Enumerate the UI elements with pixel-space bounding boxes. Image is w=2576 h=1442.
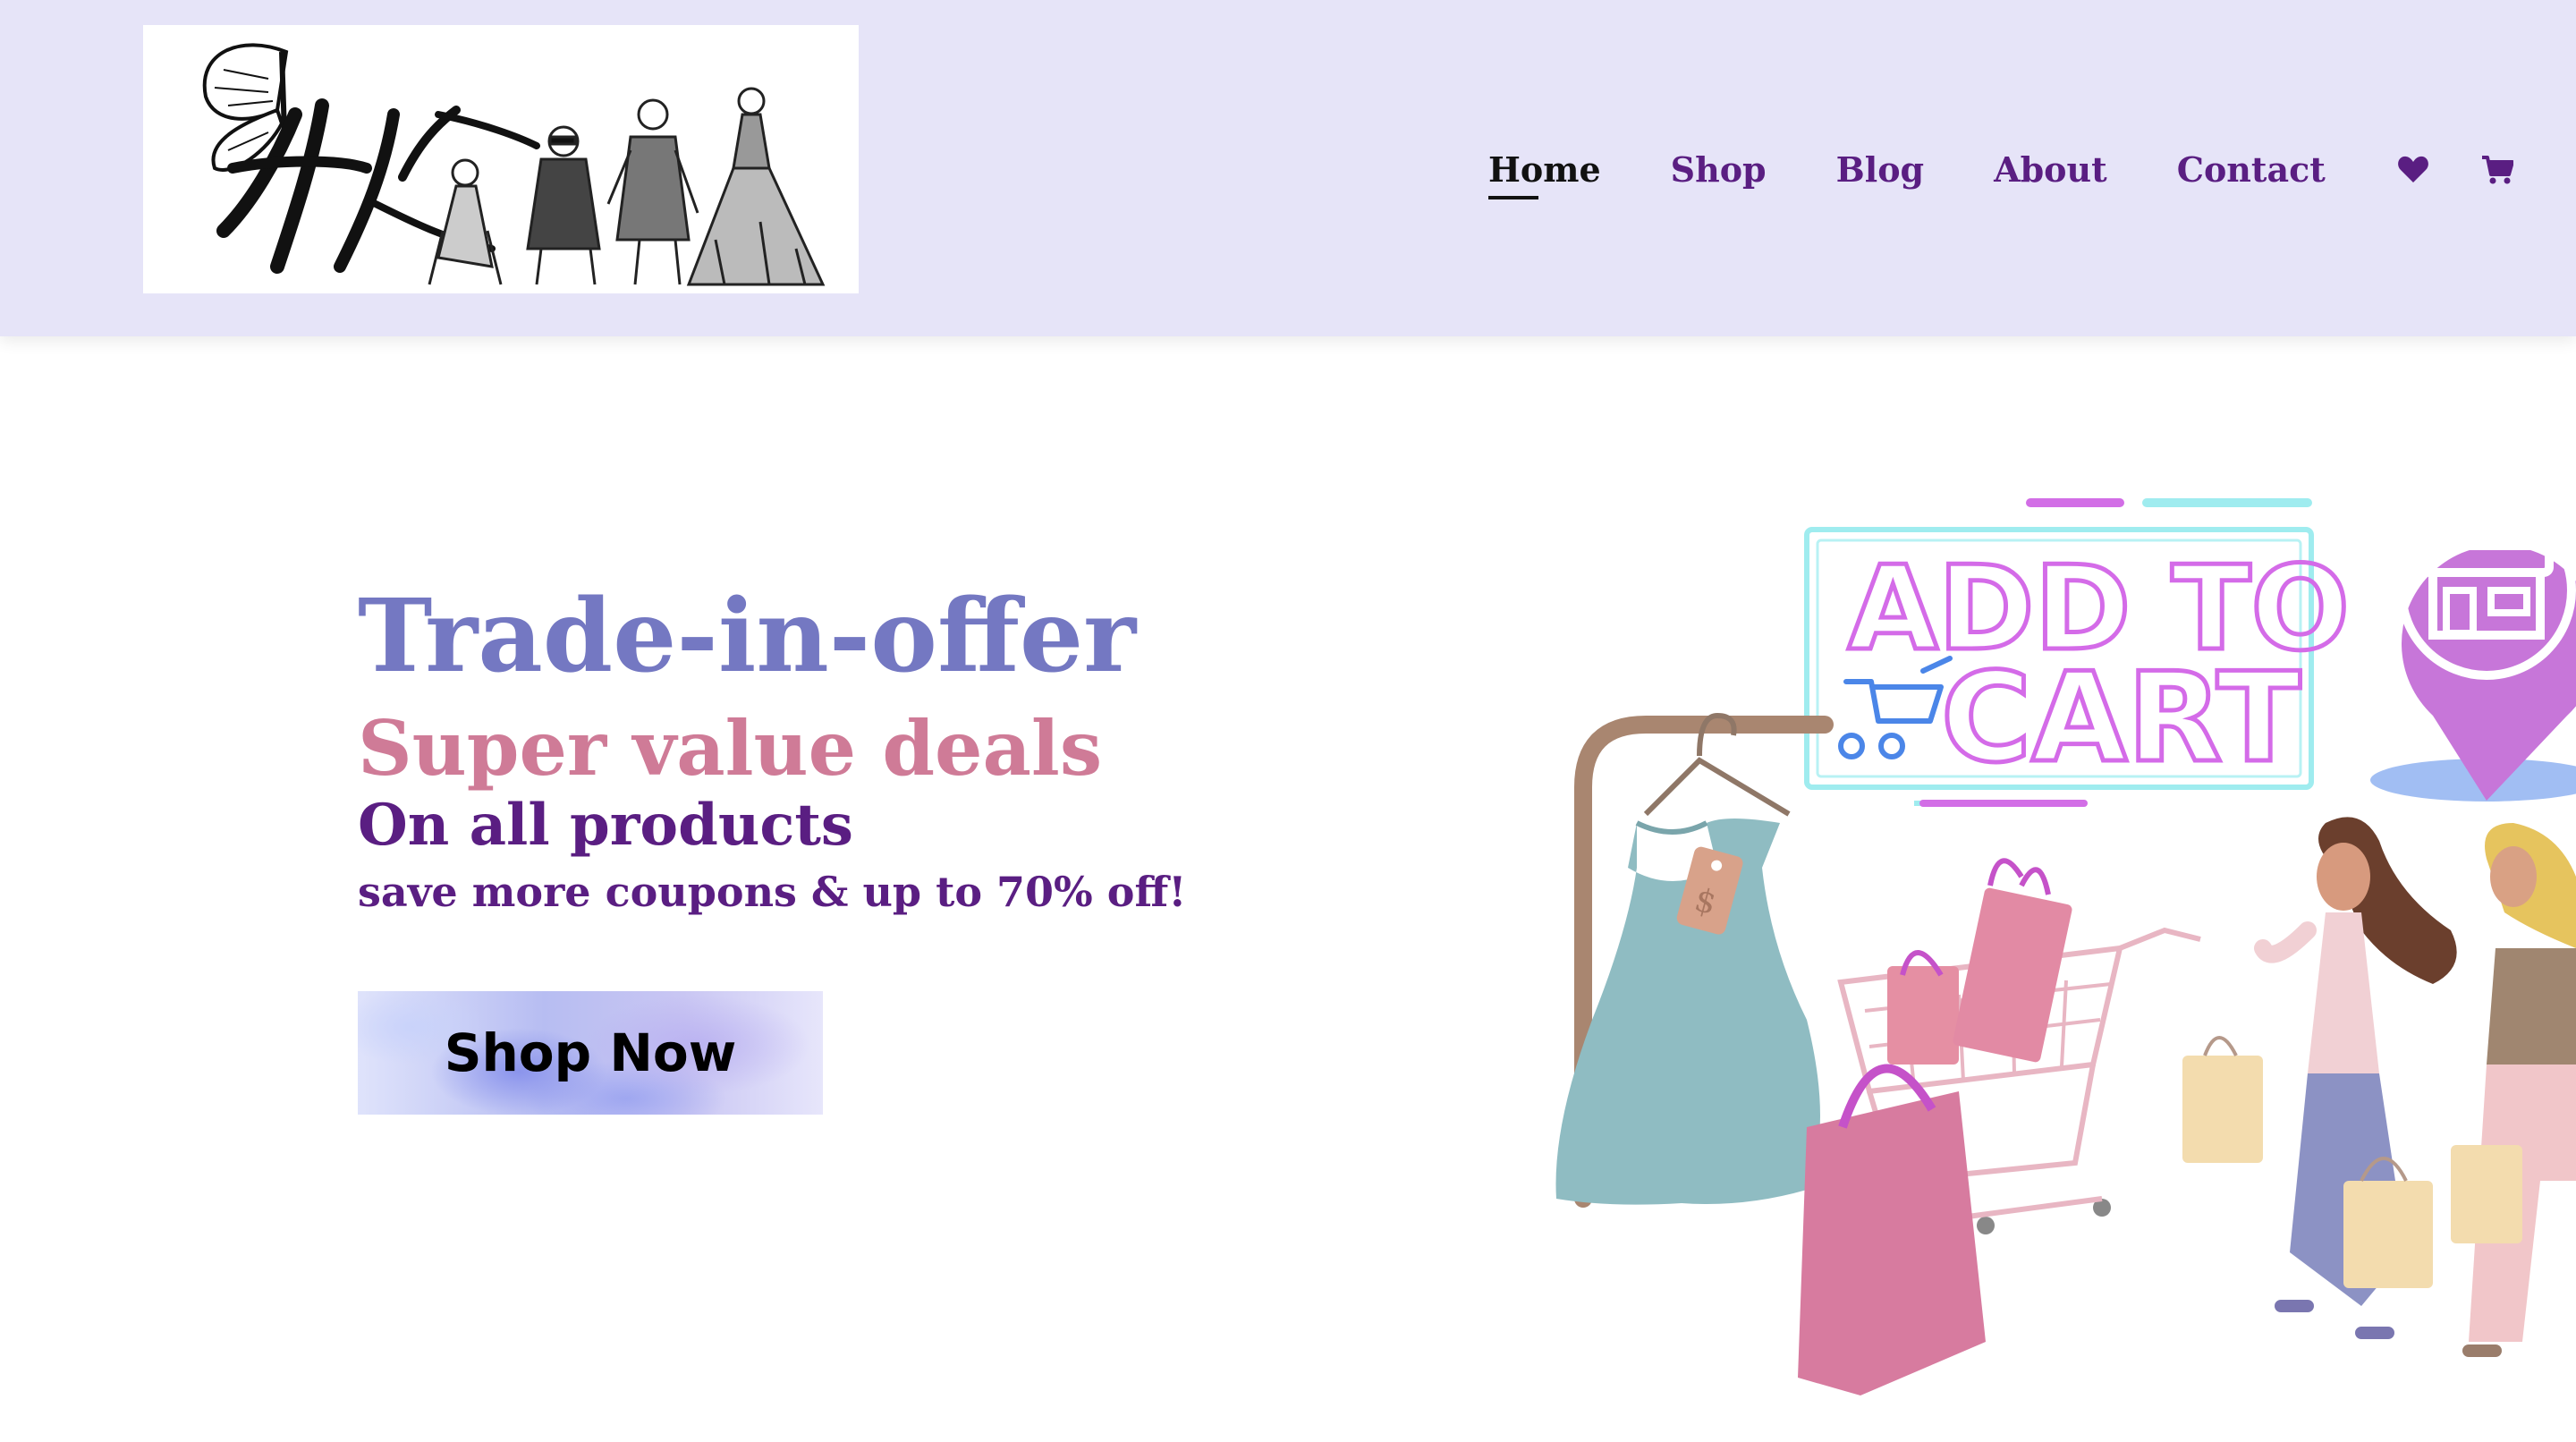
- nav-contact[interactable]: Contact: [2177, 153, 2326, 187]
- hero-text-block: Trade-in-offer Super value deals On all …: [358, 581, 1186, 915]
- heart-icon[interactable]: [2395, 152, 2431, 188]
- shopping-cart: [1798, 858, 2201, 1395]
- hero-coupon-line: save more coupons & up to 70% off!: [358, 867, 1187, 916]
- store-location-pin-icon: [2370, 501, 2576, 802]
- neon-line-2: CART: [1941, 646, 2301, 790]
- site-header: Home Shop Blog About Contact: [0, 0, 2576, 336]
- hero-title: Trade-in-offer: [358, 578, 1137, 695]
- second-shopper: [2451, 823, 2576, 1357]
- nav-shop[interactable]: Shop: [1671, 153, 1767, 187]
- woman-shopper: [2182, 817, 2457, 1339]
- shop-now-button[interactable]: Shop Now: [358, 991, 823, 1115]
- main-nav: Home Shop Blog About Contact: [1488, 134, 2563, 206]
- clothing-rack: $: [1555, 712, 1834, 1208]
- nav-home[interactable]: Home: [1488, 153, 1601, 199]
- hero-products-line: On all products: [358, 791, 853, 859]
- logo-artwork: [202, 43, 826, 286]
- neon-add-to-cart-sign: ADD TO CART: [1804, 498, 2351, 807]
- cart-icon[interactable]: [2479, 152, 2515, 188]
- shop-now-label: Shop Now: [444, 1022, 737, 1083]
- hero-subtitle: Super value deals: [358, 704, 1103, 793]
- hero-illustration: ADD TO CART $: [1503, 447, 2576, 1431]
- site-logo[interactable]: [143, 25, 859, 293]
- nav-blog[interactable]: Blog: [1836, 153, 1924, 187]
- nav-about[interactable]: About: [1994, 153, 2107, 187]
